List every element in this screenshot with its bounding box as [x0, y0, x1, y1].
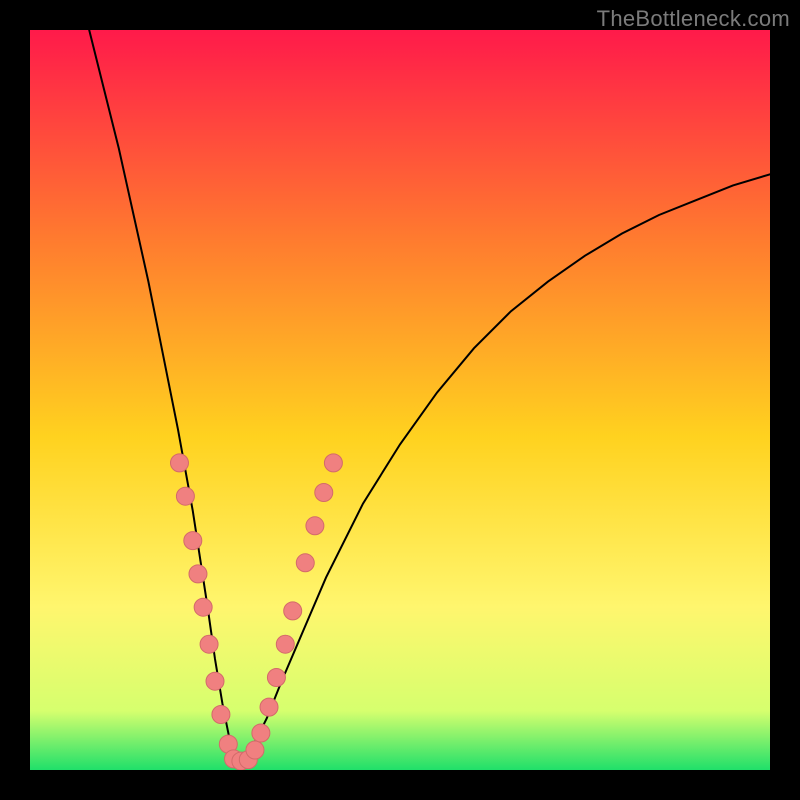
plot-svg	[30, 30, 770, 770]
highlighted-dot	[252, 724, 270, 742]
watermark: TheBottleneck.com	[597, 6, 790, 32]
highlighted-dot	[267, 669, 285, 687]
highlighted-dot	[212, 706, 230, 724]
highlighted-dot	[189, 565, 207, 583]
highlighted-dot	[296, 554, 314, 572]
highlighted-dot	[260, 698, 278, 716]
plot-frame	[30, 30, 770, 770]
highlighted-dot	[170, 454, 188, 472]
highlighted-dot	[276, 635, 294, 653]
highlighted-dot	[176, 487, 194, 505]
highlighted-dot	[200, 635, 218, 653]
highlighted-dot	[184, 532, 202, 550]
highlighted-dot	[306, 517, 324, 535]
highlighted-dot	[206, 672, 224, 690]
highlighted-dot	[194, 598, 212, 616]
highlighted-dot	[284, 602, 302, 620]
highlighted-dot	[324, 454, 342, 472]
highlighted-dot	[246, 741, 264, 759]
highlighted-dot	[315, 484, 333, 502]
chart-root: TheBottleneck.com	[0, 0, 800, 800]
rainbow-background	[30, 30, 770, 770]
